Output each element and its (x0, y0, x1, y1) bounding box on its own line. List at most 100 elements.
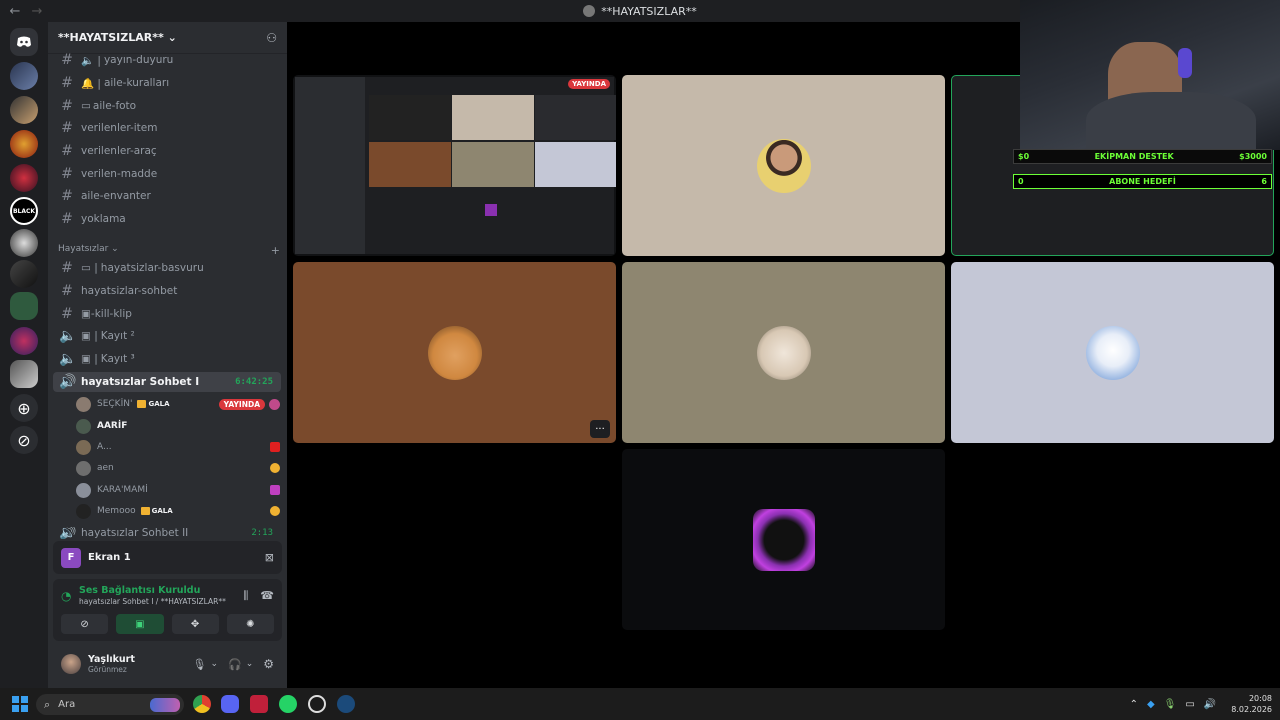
whatsapp-icon[interactable] (279, 695, 297, 713)
participant-tile[interactable] (622, 75, 945, 256)
voice-user[interactable]: A... (76, 437, 280, 457)
flag-icon (270, 442, 280, 452)
server-icon-6[interactable] (10, 229, 38, 257)
channel-aile-foto[interactable]: # ▭ aile-foto (53, 96, 281, 116)
screen-share-button[interactable]: ▣ (116, 614, 164, 634)
hash-icon: # (61, 98, 73, 114)
camera-off-icon: ⊘ (80, 618, 89, 630)
participant-avatar (1085, 325, 1140, 380)
channel-verilenler-arac[interactable]: # verilenler-araç (53, 141, 281, 161)
clock[interactable]: 20:08 8.02.2026 (1231, 693, 1272, 715)
channel-yayin-duyuru[interactable]: # 🔈 | yayın-duyuru (53, 50, 281, 70)
more-options-button[interactable]: ··· (590, 420, 610, 438)
voice-channel-kayit-2[interactable]: 🔈 ▣ | Kayıt ² (53, 326, 281, 346)
app-red-icon[interactable] (250, 695, 268, 713)
chrome-icon[interactable] (193, 695, 211, 713)
connection-detail[interactable]: hayatsızlar Sohbet I / **HAYATSIZLAR** (79, 597, 243, 606)
chevron-down-icon[interactable]: ⌄ (246, 659, 254, 669)
taskbar-search[interactable]: ⌕ Ara (36, 694, 184, 715)
headphones-icon[interactable]: 🎧 (228, 658, 242, 671)
channel-aile-kurallari[interactable]: # 🔔 | aile-kuralları (53, 73, 281, 93)
channel-verilenler-item[interactable]: # verilenler-item (53, 118, 281, 138)
speaker-icon: 🔊 (59, 527, 77, 539)
discover-button[interactable]: ⊘ (10, 426, 38, 454)
channel-verilen-madde[interactable]: # verilen-madde (53, 164, 281, 184)
settings-gear-icon[interactable]: ⚙ (263, 657, 274, 671)
screen-share-tile[interactable]: YAYINDA (293, 75, 616, 256)
server-icon-3[interactable] (10, 130, 38, 158)
activities-icon: ✥ (190, 618, 200, 630)
server-icon-black[interactable]: BLACK (10, 197, 38, 225)
network-icon[interactable]: ▭ (1185, 699, 1194, 710)
participant-tile[interactable] (951, 262, 1274, 443)
voice-user[interactable]: Memooo GALA (76, 501, 280, 521)
crown-icon (140, 507, 150, 515)
voice-user[interactable]: aen (76, 458, 280, 478)
goal-bar-subscribers: 0 ABONE HEDEFİ 6 (1013, 174, 1272, 189)
channel-hayatsizlar-basvuru[interactable]: # ▭ | hayatsizlar-basvuru (53, 258, 281, 278)
voice-user[interactable]: SEÇKİN' GALA YAYINDA (76, 394, 280, 414)
channel-aile-envanter[interactable]: # aile-envanter (53, 186, 281, 206)
server-icon-4[interactable] (10, 164, 38, 192)
voice-channel-kayit-3[interactable]: 🔈 ▣ | Kayıt ³ (53, 349, 281, 369)
invite-user-icon[interactable]: ⚇ (266, 31, 277, 45)
server-icon-1[interactable] (10, 62, 38, 90)
server-folder[interactable] (10, 292, 38, 320)
signal-icon: ◔ (61, 588, 72, 603)
live-badge: YAYINDA (568, 79, 610, 89)
hash-icon: # (61, 306, 73, 322)
server-icon-7[interactable] (10, 260, 38, 288)
guild-tag-badge: GALA (140, 507, 173, 515)
time: 20:08 (1248, 694, 1272, 703)
voice-user[interactable]: KARA'MAMİ (76, 480, 280, 500)
channel-hayatsizlar-sohbet[interactable]: # hayatsizlar-sohbet (53, 281, 281, 301)
disconnect-icon[interactable]: ☎ (260, 589, 274, 602)
microphone-tray-icon[interactable]: 🎙 (1164, 699, 1177, 710)
participant-tile[interactable] (622, 449, 945, 630)
discord-taskbar-icon[interactable] (221, 695, 239, 713)
discord-home-button[interactable] (10, 28, 38, 56)
activities-button[interactable]: ✥ (171, 614, 219, 634)
voice-connection-panel: ◔ Ses Bağlantısı Kuruldu hayatsızlar Soh… (53, 579, 282, 641)
voice-user[interactable]: AARİF (76, 416, 280, 436)
add-server-button[interactable]: ⊕ (10, 394, 38, 422)
stream-title: Ekran 1 (88, 552, 131, 563)
soundboard-button[interactable]: ✺ (226, 614, 274, 634)
voice-channel-active[interactable]: 🔊 hayatsızlar Sohbet I 6:42:25 (53, 372, 281, 392)
screen-share-icon: ▣ (135, 618, 145, 630)
add-channel-icon[interactable]: + (271, 244, 280, 257)
steam-icon[interactable] (337, 695, 355, 713)
server-icon-8[interactable] (10, 327, 38, 355)
username[interactable]: Yaşlıkurt (88, 654, 135, 665)
server-icon-active[interactable] (10, 360, 38, 388)
chevron-down-icon[interactable]: ⌄ (210, 659, 218, 669)
noise-suppression-icon[interactable]: ⫼ (243, 589, 248, 603)
server-icon (583, 5, 596, 17)
microphone-icon[interactable]: 🎙 (192, 658, 206, 671)
hash-icon: # (61, 283, 73, 299)
date: 8.02.2026 (1231, 705, 1272, 714)
volume-icon[interactable]: 🔊 (1204, 699, 1216, 710)
guild-tag-badge: GALA (137, 400, 170, 408)
category-hayatsizlar[interactable]: Hayatsızlar ⌄ + (58, 244, 280, 257)
guild-name: **HAYATSIZLAR** (58, 31, 164, 44)
chevron-down-icon: ⌄ (111, 244, 119, 254)
tray-app-icon[interactable]: ◆ (1147, 699, 1155, 710)
server-icon-2[interactable] (10, 96, 38, 124)
stream-app-icon: F (61, 547, 81, 568)
channel-kill-klip[interactable]: # ▣ -kill-klip (53, 304, 281, 324)
chevron-up-icon[interactable]: ⌃ (1130, 699, 1138, 710)
participant-tile[interactable]: ··· (293, 262, 616, 443)
stop-stream-icon[interactable]: ⊠ (265, 551, 274, 564)
camera-off-button[interactable]: ⊘ (61, 614, 109, 634)
app-circle-icon[interactable] (308, 695, 326, 713)
windows-start-icon[interactable] (12, 696, 28, 712)
user-avatar[interactable] (61, 654, 81, 674)
discord-logo-icon (17, 36, 31, 47)
connection-status[interactable]: Ses Bağlantısı Kuruldu (79, 585, 243, 596)
participant-tile[interactable] (622, 262, 945, 443)
webcam-feed (1020, 0, 1280, 150)
voice-channel-sohbet-2[interactable]: 🔊 hayatsızlar Sohbet II 2:13 (53, 527, 281, 539)
avatar (76, 439, 91, 455)
channel-yoklama[interactable]: # yoklama (53, 209, 281, 229)
